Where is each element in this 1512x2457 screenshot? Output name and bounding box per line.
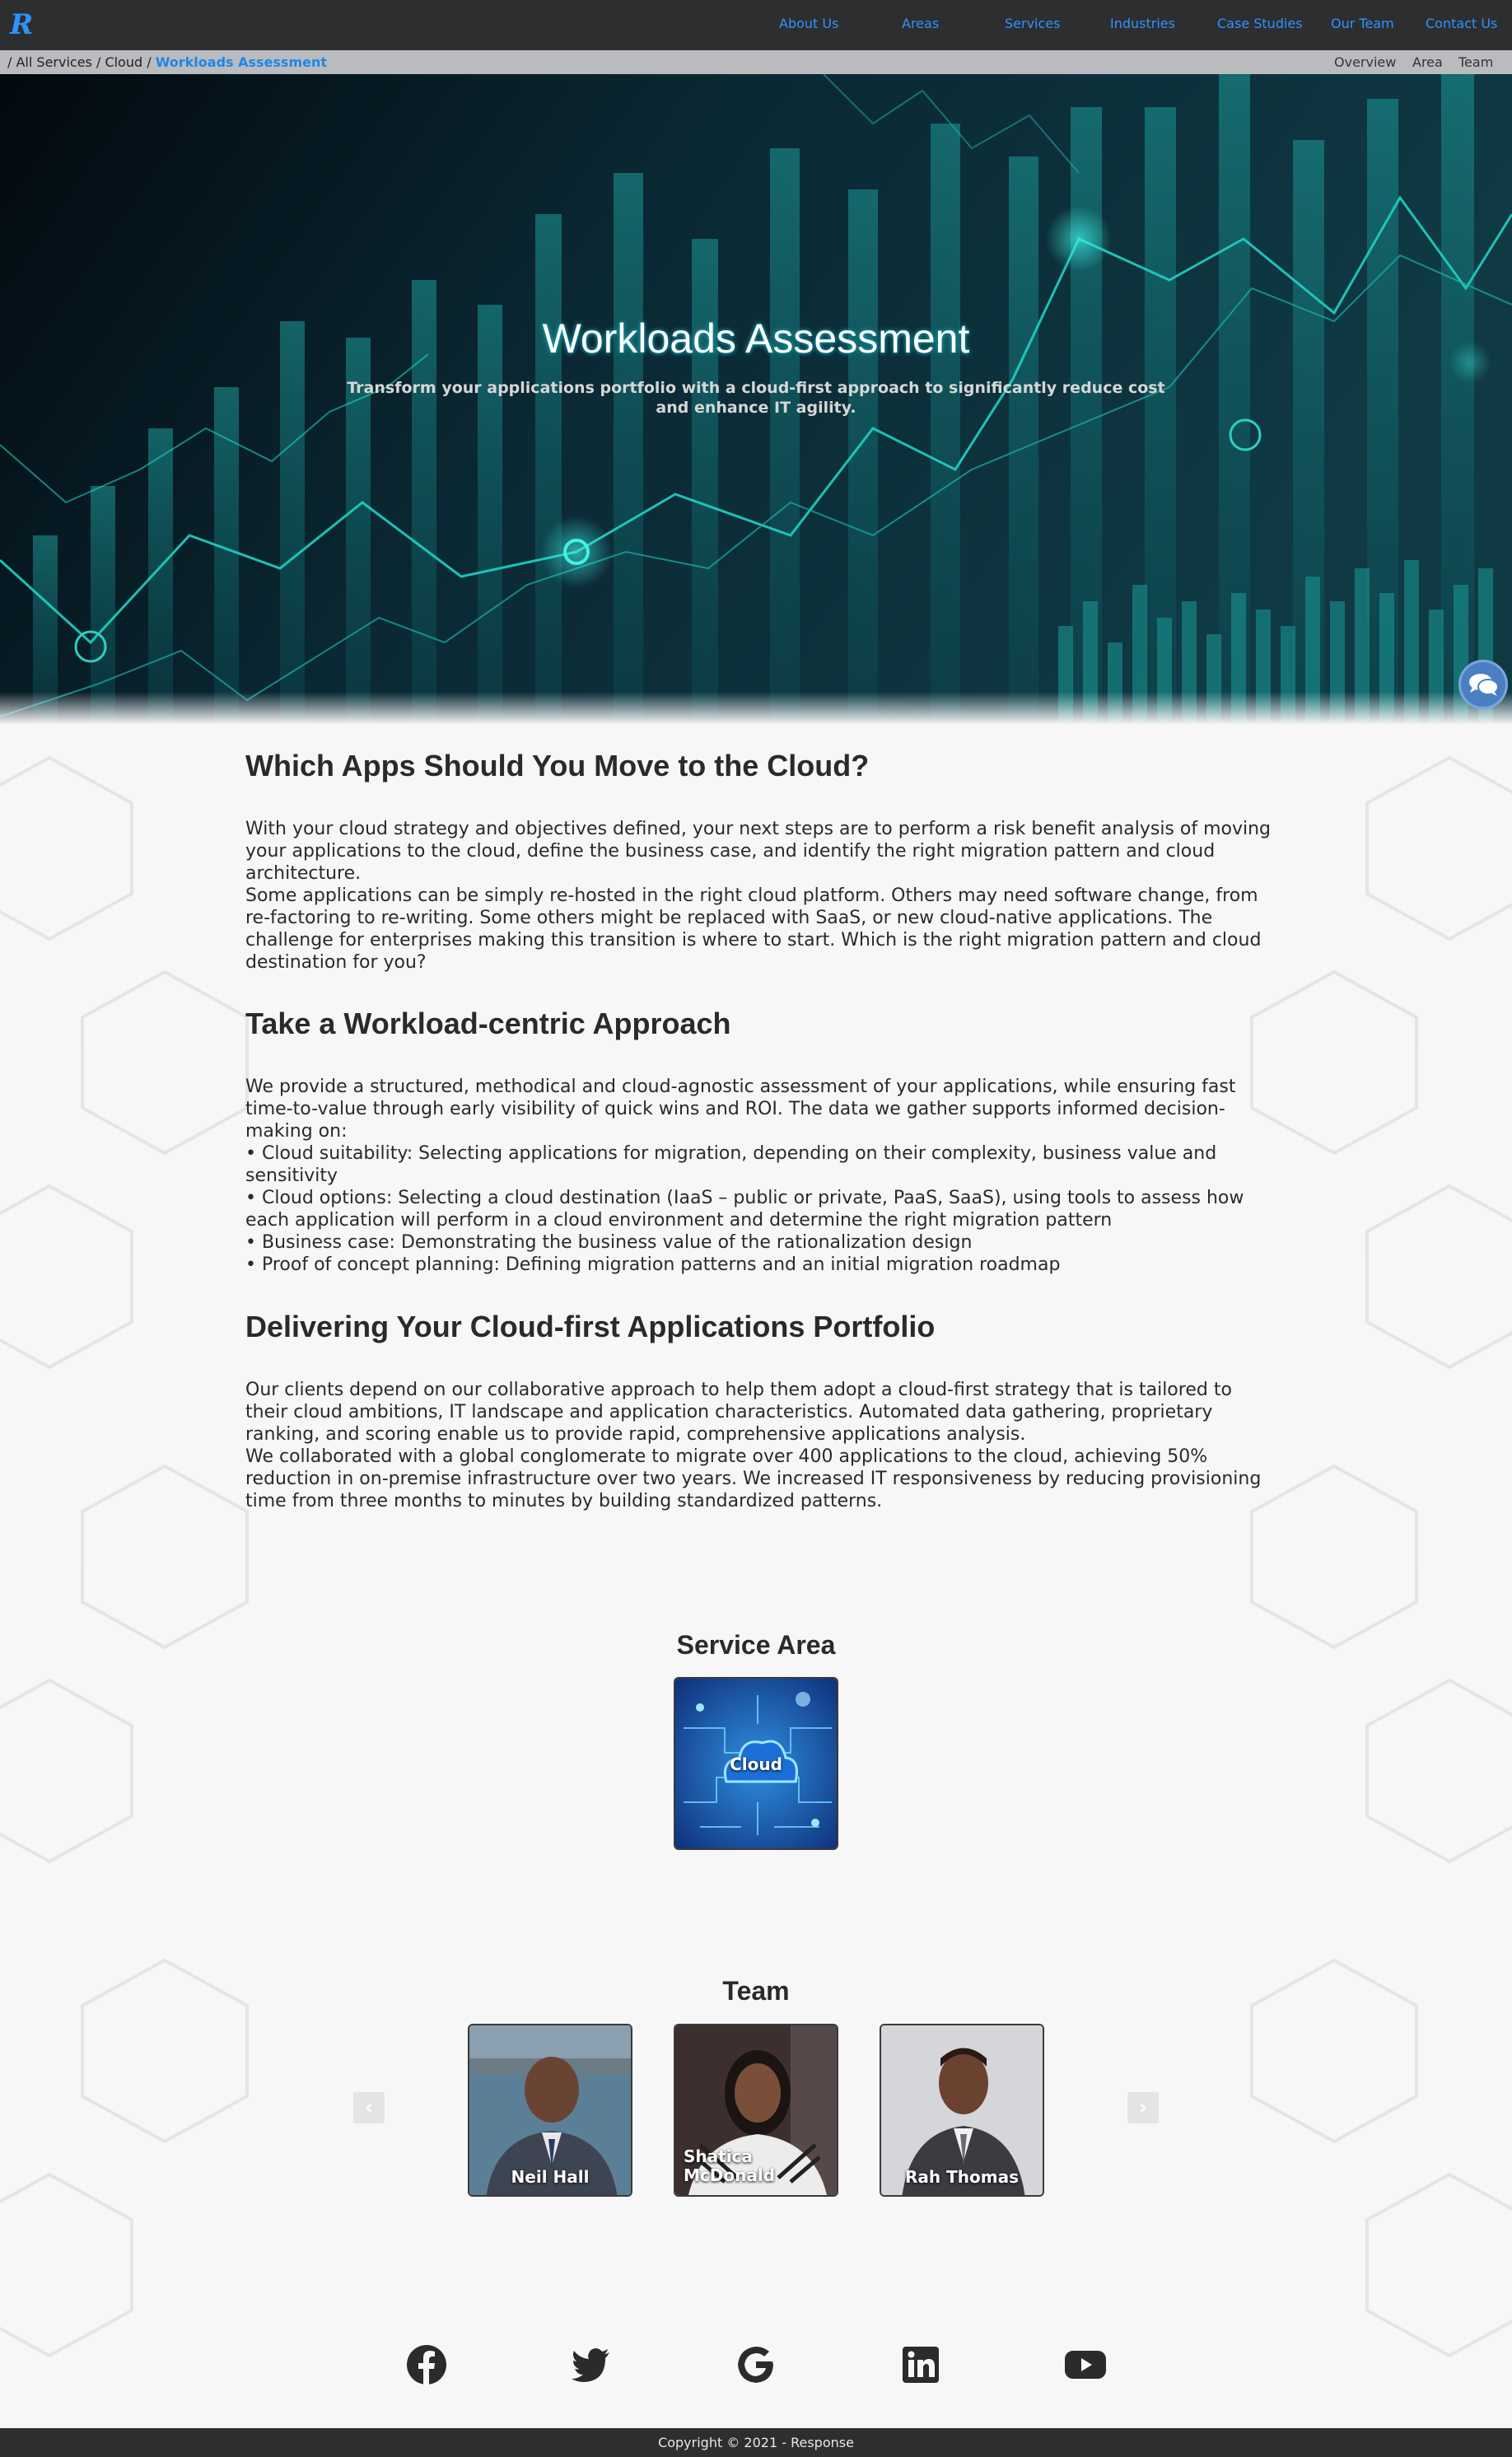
section-heading-workload-centric: Take a Workload-centric Approach — [245, 1007, 731, 1040]
bullet-item: • Cloud suitability: Selecting applicati… — [245, 1143, 1217, 1186]
paragraph: With your cloud strategy and objectives … — [245, 819, 1272, 884]
chat-bubbles-icon — [1469, 674, 1499, 696]
youtube-icon — [1065, 2351, 1106, 2379]
anchor-area[interactable]: Area — [1412, 50, 1443, 74]
paragraph: Some applications can be simply re-hoste… — [245, 885, 1262, 973]
chat-button[interactable] — [1458, 660, 1508, 709]
carousel-prev-button[interactable]: ‹ — [353, 2092, 385, 2123]
twitter-link[interactable] — [570, 2343, 613, 2386]
team-member-name: Neil Hall — [511, 2167, 590, 2187]
facebook-link[interactable] — [405, 2343, 448, 2386]
bullet-item: • Business case: Demonstrating the busin… — [245, 1232, 973, 1253]
nav-link-areas[interactable]: Areas — [902, 16, 939, 31]
breadcrumb: / All Services / Cloud / Workloads Asses… — [7, 54, 328, 70]
nav-link-industries[interactable]: Industries — [1110, 16, 1175, 31]
breadcrumb-bar: / All Services / Cloud / Workloads Asses… — [0, 50, 1512, 74]
paragraph: We collaborated with a global conglomera… — [245, 1446, 1262, 1511]
service-tile-label: Cloud — [730, 1754, 782, 1774]
bullet-item: • Cloud options: Selecting a cloud desti… — [245, 1188, 1244, 1231]
breadcrumb-all-services[interactable]: All Services — [16, 54, 91, 70]
nav-link-contact-us[interactable]: Contact Us — [1426, 16, 1497, 31]
hero-banner: Workloads Assessment Transform your appl… — [0, 74, 1512, 725]
twitter-icon — [572, 2348, 609, 2382]
team-card-rah-thomas[interactable]: Rah Thomas — [880, 2024, 1044, 2197]
hero-subtitle: Transform your applications portfolio wi… — [347, 379, 1165, 417]
google-icon — [738, 2347, 773, 2383]
breadcrumb-current: Workloads Assessment — [155, 54, 328, 70]
nav-link-services[interactable]: Services — [1005, 16, 1060, 31]
carousel-next-button[interactable]: › — [1127, 2092, 1159, 2123]
section-heading-delivering: Delivering Your Cloud-first Applications… — [245, 1310, 936, 1343]
service-tile-cloud[interactable]: Cloud — [674, 1677, 838, 1850]
google-link[interactable] — [735, 2343, 777, 2386]
linkedin-icon — [903, 2347, 939, 2383]
team-member-name: Rah Thomas — [905, 2167, 1019, 2187]
breadcrumb-cloud[interactable]: Cloud — [105, 54, 142, 70]
section-heading-which-apps: Which Apps Should You Move to the Cloud? — [245, 749, 870, 782]
chevron-left-icon: ‹ — [364, 2095, 374, 2120]
top-navigation: R About Us Areas Services Industries Cas… — [0, 0, 1512, 50]
logo[interactable]: R — [10, 10, 35, 40]
paragraph: Our clients depend on our collaborative … — [245, 1380, 1232, 1445]
footer: Copyright © 2021 - Response — [0, 2428, 1512, 2457]
nav-link-our-team[interactable]: Our Team — [1331, 16, 1394, 31]
facebook-icon — [407, 2345, 446, 2385]
team-card-neil-hall[interactable]: Neil Hall — [468, 2024, 632, 2197]
chevron-right-icon: › — [1138, 2095, 1148, 2120]
copyright-text: Copyright © 2021 - Response — [658, 2435, 854, 2450]
team-card-shatica-mcdonald[interactable]: Shatica McDonald — [674, 2024, 838, 2197]
anchor-overview[interactable]: Overview — [1334, 50, 1396, 74]
team-title: Team — [722, 1976, 790, 2006]
service-area-title: Service Area — [676, 1630, 836, 1660]
paragraph: We provide a structured, methodical and … — [245, 1077, 1236, 1142]
team-member-name: Shatica McDonald — [684, 2146, 776, 2185]
nav-link-about-us[interactable]: About Us — [779, 16, 838, 31]
youtube-link[interactable] — [1064, 2343, 1107, 2386]
anchor-team[interactable]: Team — [1458, 50, 1493, 74]
hero-title: Workloads Assessment — [542, 315, 970, 362]
bullet-item: • Proof of concept planning: Defining mi… — [245, 1254, 1061, 1275]
linkedin-link[interactable] — [899, 2343, 942, 2386]
nav-link-case-studies[interactable]: Case Studies — [1217, 16, 1303, 31]
